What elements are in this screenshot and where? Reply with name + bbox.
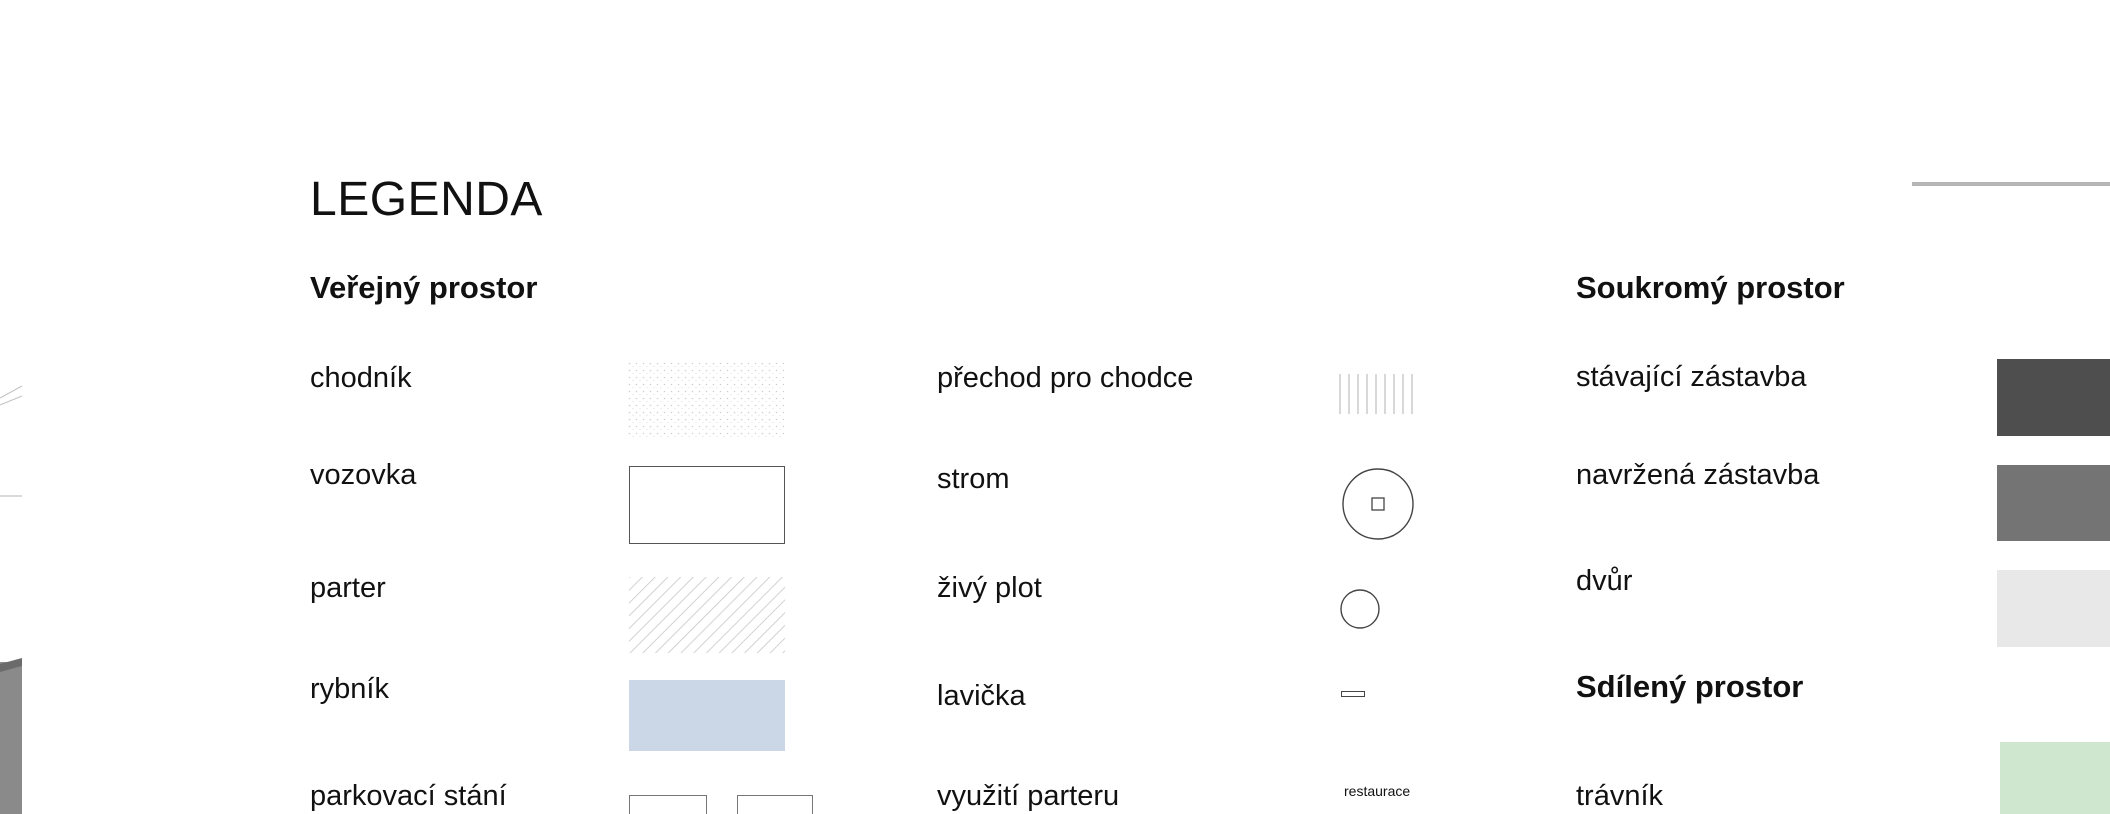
label-vyuziti: využití parteru: [937, 780, 1120, 812]
heading-shared-space: Sdílený prostor: [1576, 669, 1804, 704]
hedge-symbol: [1340, 589, 1380, 629]
adjacent-drawing-fragment: [0, 385, 23, 814]
heading-public-space: Veřejný prostor: [310, 270, 538, 305]
heading-private-space: Soukromý prostor: [1576, 270, 1845, 305]
label-strom: strom: [937, 463, 1010, 495]
legend-title: LEGENDA: [310, 173, 543, 226]
label-parkovani: parkovací stání: [310, 780, 507, 812]
top-right-rule: [1912, 182, 2110, 186]
usage-sample-label: restaurace: [1344, 783, 1411, 799]
swatch-travnik: [2000, 742, 2110, 814]
swatch-stavajici: [1997, 359, 2110, 436]
label-lavicka: lavička: [937, 680, 1026, 712]
swatch-vozovka: [629, 466, 785, 544]
swatch-navrzena: [1997, 465, 2110, 541]
label-parter: parter: [310, 572, 386, 604]
tree-symbol: [1342, 468, 1414, 540]
label-vozovka: vozovka: [310, 459, 417, 491]
crosswalk-symbol: [1339, 374, 1413, 414]
swatch-chodnik: [628, 362, 784, 438]
swatch-rybnik: [629, 680, 785, 751]
label-prechod: přechod pro chodce: [937, 362, 1194, 394]
swatch-parter: [629, 577, 785, 653]
label-chodnik: chodník: [310, 362, 412, 394]
bench-symbol: [1341, 691, 1365, 697]
label-rybnik: rybník: [310, 673, 389, 705]
label-dvur: dvůr: [1576, 565, 1633, 597]
label-plot: živý plot: [937, 572, 1042, 604]
swatch-dvur: [1997, 570, 2110, 647]
label-navrzena: navržená zástavba: [1576, 459, 1820, 491]
label-stavajici: stávající zástavba: [1576, 361, 1807, 393]
swatch-parkovani-1: [629, 795, 707, 814]
label-travnik: trávník: [1576, 780, 1664, 812]
swatch-parkovani-2: [737, 795, 813, 814]
